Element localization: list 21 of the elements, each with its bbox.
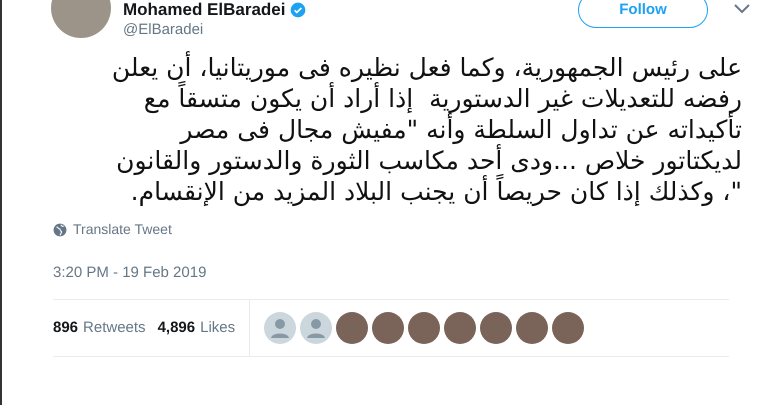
globe-icon [53, 222, 67, 236]
avatar-photo-placeholder[interactable] [336, 312, 368, 344]
tweet-text: على رئيس الجمهورية، وكما فعل نظيره فى موريتانيا، أن يعلن رفضه للتعديلات غير الدستورية إذا أراد أن يكون متسقاً مع تأكيداته عن تداول السلطة وأنه "مفيش مجال فى مصر لديكتاتور خلاص ...ودى أحد مكاسب الثورة والدستور والقانون "، وكذلك إذا كان حريصاً أن يجنب البلاد المزيد من الإنقسام. [110, 52, 742, 207]
avatar-photo-placeholder[interactable] [552, 312, 584, 344]
author-name[interactable]: Mohamed ElBaradei [123, 0, 286, 20]
default-avatar-icon[interactable] [300, 312, 332, 344]
avatar-photo-placeholder[interactable] [444, 312, 476, 344]
stat-count[interactable]: 896 [53, 316, 78, 340]
tweet-timestamp[interactable]: 3:20 PM - 19 Feb 2019 [53, 262, 206, 284]
stat-label[interactable]: Likes [200, 316, 236, 340]
stat-count[interactable]: 4,896 [158, 316, 196, 340]
avatar-photo-placeholder[interactable] [516, 312, 548, 344]
avatar-photo-placeholder[interactable] [480, 312, 512, 344]
default-avatar-icon[interactable] [264, 312, 296, 344]
avatar-photo-placeholder[interactable] [372, 312, 404, 344]
follow-button[interactable]: Follow [578, 0, 708, 28]
translate-tweet-link[interactable]: Translate Tweet [73, 219, 172, 240]
stat-label[interactable]: Retweets [83, 316, 146, 340]
author-handle[interactable]: @ElBaradei [123, 20, 306, 40]
avatar-photo-placeholder[interactable] [408, 312, 440, 344]
chevron-down-icon[interactable] [734, 4, 750, 14]
